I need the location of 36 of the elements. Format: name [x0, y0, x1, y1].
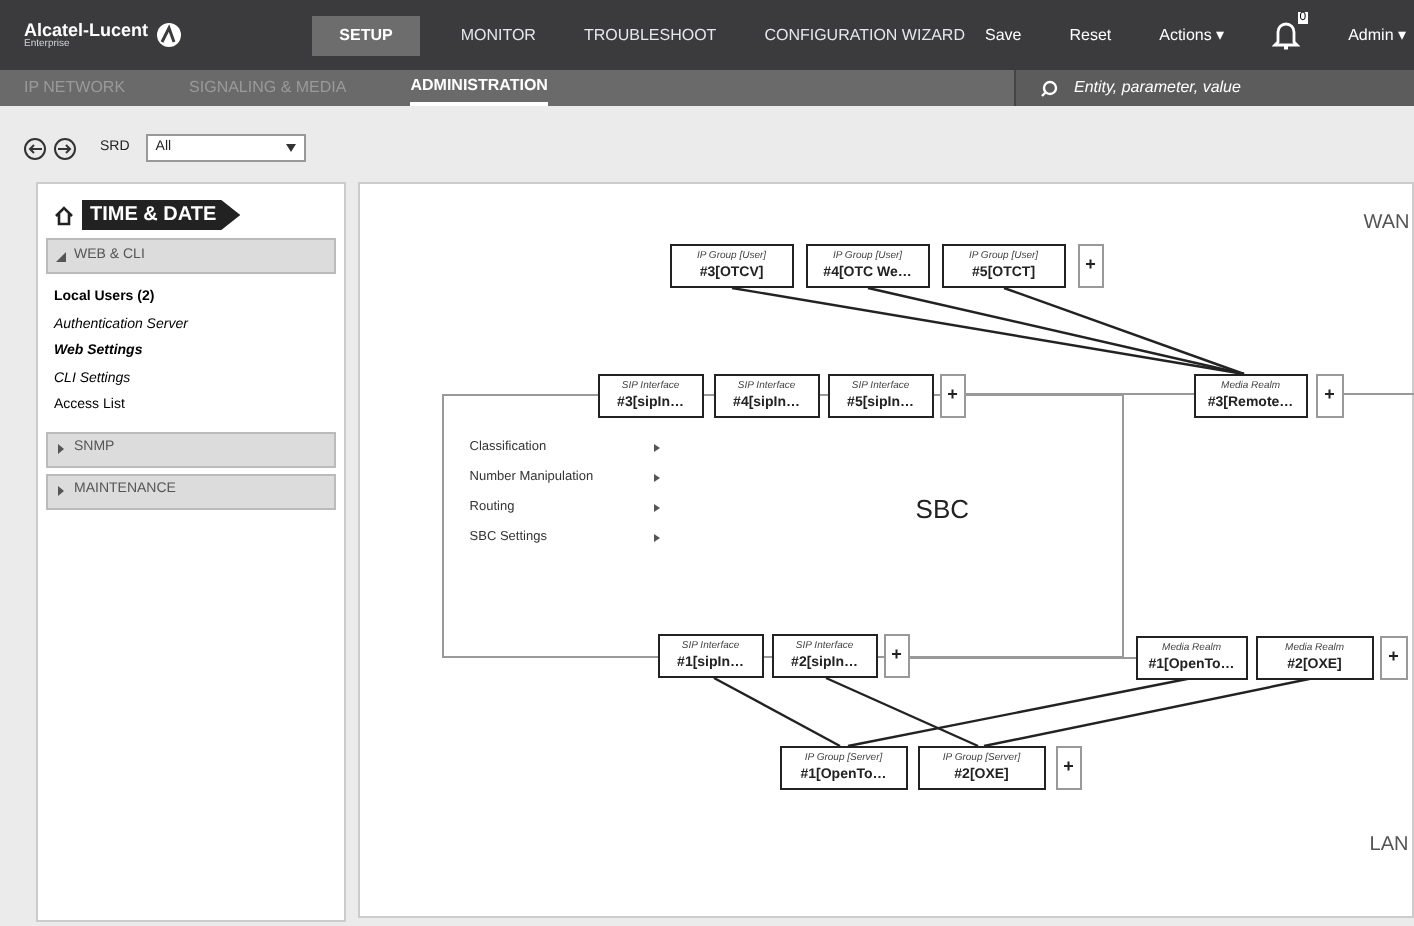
chevron-right-icon [653, 504, 660, 512]
add-button[interactable]: + [1055, 746, 1082, 790]
brand-name: Alcatel-Lucent [24, 21, 149, 39]
arrow-right-icon [58, 143, 72, 153]
nav-tab[interactable]: TROUBLESHOOT [563, 15, 737, 55]
zone-label: LAN [1369, 832, 1409, 860]
chevron-right-icon [653, 534, 660, 542]
search-input[interactable]: Entity, parameter, value [1074, 76, 1394, 100]
sbc-title: SBC [915, 492, 970, 528]
add-button[interactable]: + [1077, 244, 1104, 288]
chevron-right-icon [653, 474, 660, 482]
add-button[interactable]: + [1315, 374, 1344, 418]
connector-line [713, 676, 841, 748]
nav-tab[interactable]: CONFIGURATION WIZARD [744, 15, 985, 55]
add-button[interactable]: + [939, 374, 966, 418]
logo-icon [156, 22, 183, 48]
bell-icon [1272, 19, 1301, 51]
toolbar-link[interactable]: Actions ▾ [1159, 23, 1225, 47]
back-button[interactable] [24, 137, 46, 159]
search-icon [1040, 79, 1058, 97]
subnav-tab[interactable]: ADMINISTRATION [410, 70, 548, 106]
add-button[interactable]: + [883, 634, 910, 678]
search-field[interactable]: Entity, parameter, value [1014, 70, 1414, 106]
caret-icon [285, 144, 296, 152]
add-button[interactable]: + [1379, 636, 1408, 680]
breadcrumb-title[interactable]: TIME & DATE [82, 200, 241, 230]
toolbar-link[interactable]: Save [984, 23, 1022, 47]
chevron-right-icon [653, 444, 660, 452]
nav-tab[interactable]: MONITOR [440, 15, 556, 55]
zone-label: WAN [1363, 210, 1410, 238]
forward-button[interactable] [54, 137, 76, 159]
nav-tab[interactable]: SETUP [311, 15, 421, 55]
arrow-left-icon [28, 143, 42, 153]
user-menu[interactable]: Admin ▾ [1348, 23, 1406, 47]
home-icon [54, 205, 74, 225]
toolbar-link[interactable]: Reset [1069, 23, 1112, 47]
